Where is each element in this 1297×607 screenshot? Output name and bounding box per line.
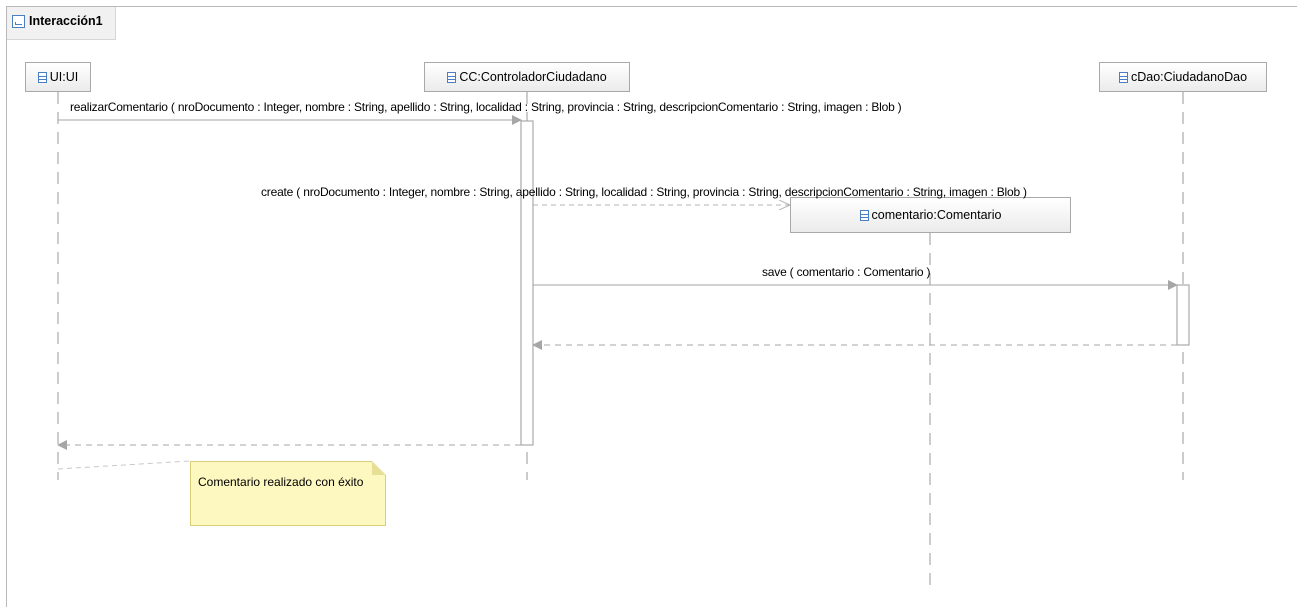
lifeline-dao-head[interactable]: cDao:CiudadanoDao <box>1099 62 1267 92</box>
create-message-label[interactable]: create ( nroDocumento : Integer, nombre … <box>261 185 1027 199</box>
save-message-label[interactable]: save ( comentario : Comentario ) <box>762 265 931 279</box>
lifeline-ui-label: UI:UI <box>49 70 79 84</box>
lifeline-comentario-head[interactable]: comentario:Comentario <box>790 197 1071 233</box>
lifeline-dao-label: cDao:CiudadanoDao <box>1130 70 1248 84</box>
object-icon <box>859 209 869 221</box>
note-fold-corner <box>372 461 386 475</box>
note-connector <box>57 460 191 470</box>
object-icon <box>447 71 457 83</box>
lifeline-controller-head[interactable]: CC:ControladorCiudadano <box>424 62 630 92</box>
object-icon <box>37 71 47 83</box>
note-text: Comentario realizado con éxito <box>198 475 364 489</box>
dao-activation-bar <box>1176 284 1190 346</box>
lifeline-ui-head[interactable]: UI:UI <box>25 62 91 92</box>
realizar-message-label[interactable]: realizarComentario ( nroDocumento : Inte… <box>70 100 902 114</box>
controller-activation-bar <box>520 120 534 446</box>
object-icon <box>1118 71 1128 83</box>
lifeline-controller-label: CC:ControladorCiudadano <box>459 70 607 84</box>
note[interactable]: Comentario realizado con éxito <box>190 461 386 526</box>
lifeline-comentario-label: comentario:Comentario <box>871 208 1002 222</box>
